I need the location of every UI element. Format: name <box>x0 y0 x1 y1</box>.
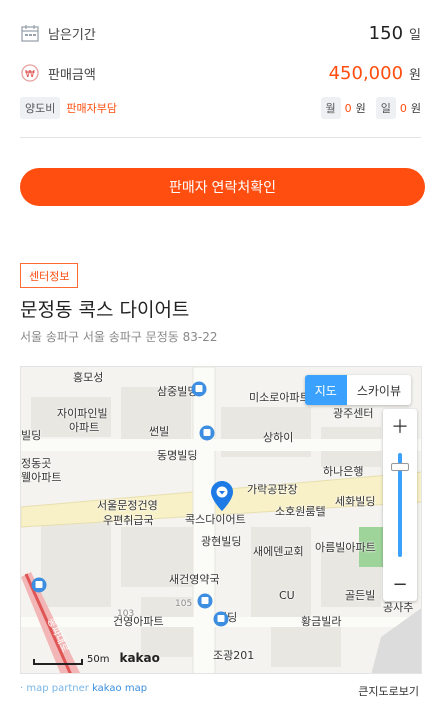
location-pin-icon[interactable] <box>211 481 233 515</box>
won-icon: ₩ <box>20 63 40 83</box>
map-label: 105 <box>175 599 193 609</box>
map-label: 광현빌딩 <box>201 535 242 548</box>
scale-label: 50m <box>87 654 110 665</box>
map-label: 소호원룸텔 <box>275 505 326 518</box>
center-name: 문정동 콕스 다이어트 <box>20 299 190 321</box>
daily-value: 0 <box>399 101 407 115</box>
map-label: 아파트 <box>69 421 100 434</box>
bus-stop-icon[interactable] <box>191 381 207 401</box>
map-label: 황금빌라 <box>301 615 342 628</box>
map-label: 우편취급국 <box>103 514 154 527</box>
center-address: 서울 송파구 서울 송파구 문정동 83-22 <box>20 330 218 344</box>
map-label: 빌딩 <box>21 429 42 442</box>
period-unit: 일 <box>409 27 421 43</box>
map-label: 새에덴교회 <box>253 545 304 558</box>
map-label: 세화빌딩 <box>335 495 376 508</box>
kakao-logo: kakao <box>119 651 160 665</box>
transfer-fee-chip: 양도비 <box>20 97 61 119</box>
seller-contact-button[interactable]: 판매자 연락처확인 <box>20 168 425 206</box>
center-info-tag: 센터정보 <box>20 263 79 288</box>
partner-prefix: · map partner <box>20 683 89 694</box>
bus-stop-icon[interactable] <box>197 593 213 613</box>
map-partner-credit: · map partner kakao map <box>20 683 147 694</box>
daily-label: 일 <box>375 97 396 119</box>
bus-stop-icon[interactable] <box>213 611 229 631</box>
zoom-slider-handle[interactable] <box>391 463 409 471</box>
map-label: 103 <box>117 609 135 619</box>
map-label: 서울문정건영 <box>97 499 158 512</box>
map-label: 썬빌 <box>149 425 170 438</box>
map-label: 조광201 <box>213 649 255 662</box>
amount-value: 450,000 <box>328 62 404 84</box>
map-label: 미소로아파트 <box>249 391 310 404</box>
map-label: 동명빌딩 <box>157 449 198 462</box>
zoom-in-button[interactable]: ＋ <box>383 409 417 443</box>
monthly-fee: 월 0 원 <box>320 97 366 119</box>
map-label: 공사추 <box>383 601 414 614</box>
amount-unit: 원 <box>409 67 421 83</box>
bus-stop-icon[interactable] <box>31 577 47 597</box>
period-label: 남은기간 <box>48 27 96 43</box>
map-toggle-button[interactable]: 지도 <box>304 375 347 405</box>
monthly-value: 0 <box>344 101 352 115</box>
period-value: 150 <box>368 22 404 44</box>
period-row: 남은기간 150 일 <box>20 18 421 48</box>
map-view[interactable]: 홍모성 삼중빌딩 미소로아파트 자이파인빌 아파트 썬빌 빌딩 상하이 광주센터… <box>20 366 422 674</box>
zoom-out-button[interactable]: − <box>383 567 417 601</box>
map-label: 상하이 <box>263 431 294 444</box>
divider <box>20 137 421 138</box>
map-label: 광주센터 <box>333 407 374 420</box>
map-label: 아름빌아파트 <box>315 541 376 554</box>
map-label: 가락공판장 <box>247 483 298 496</box>
map-label: 새건영약국 <box>169 573 220 586</box>
big-map-link[interactable]: 큰지도로보기 <box>358 683 419 699</box>
map-label: 골든빌 <box>345 589 376 602</box>
amount-row: ₩ 판매금액 450,000 원 <box>20 58 421 88</box>
zoom-control[interactable]: ＋ − <box>383 409 417 601</box>
bus-stop-icon[interactable] <box>199 425 215 445</box>
svg-text:₩: ₩ <box>25 69 35 80</box>
map-scale: 50m kakao <box>33 651 160 665</box>
fee-row: 양도비 판매자부담 월 0 원 일 0 원 <box>20 96 421 120</box>
skyview-toggle-button[interactable]: 스카이뷰 <box>347 375 411 405</box>
scale-bar <box>33 659 83 665</box>
map-label: 웰아파트 <box>21 471 62 484</box>
map-type-toggle[interactable]: 지도 스카이뷰 <box>304 375 411 405</box>
monthly-label: 월 <box>320 97 341 119</box>
transfer-fee-note: 판매자부담 <box>66 102 117 115</box>
partner-brand: kakao map <box>92 683 148 694</box>
map-label: 홍모성 <box>73 371 104 384</box>
amount-label: 판매금액 <box>48 67 96 83</box>
map-label: 하나은행 <box>323 465 364 478</box>
calendar-icon <box>20 23 40 43</box>
monthly-unit: 원 <box>355 102 366 115</box>
daily-fee: 일 0 원 <box>375 97 421 119</box>
daily-unit: 원 <box>410 102 421 115</box>
map-label: CU <box>279 589 295 602</box>
